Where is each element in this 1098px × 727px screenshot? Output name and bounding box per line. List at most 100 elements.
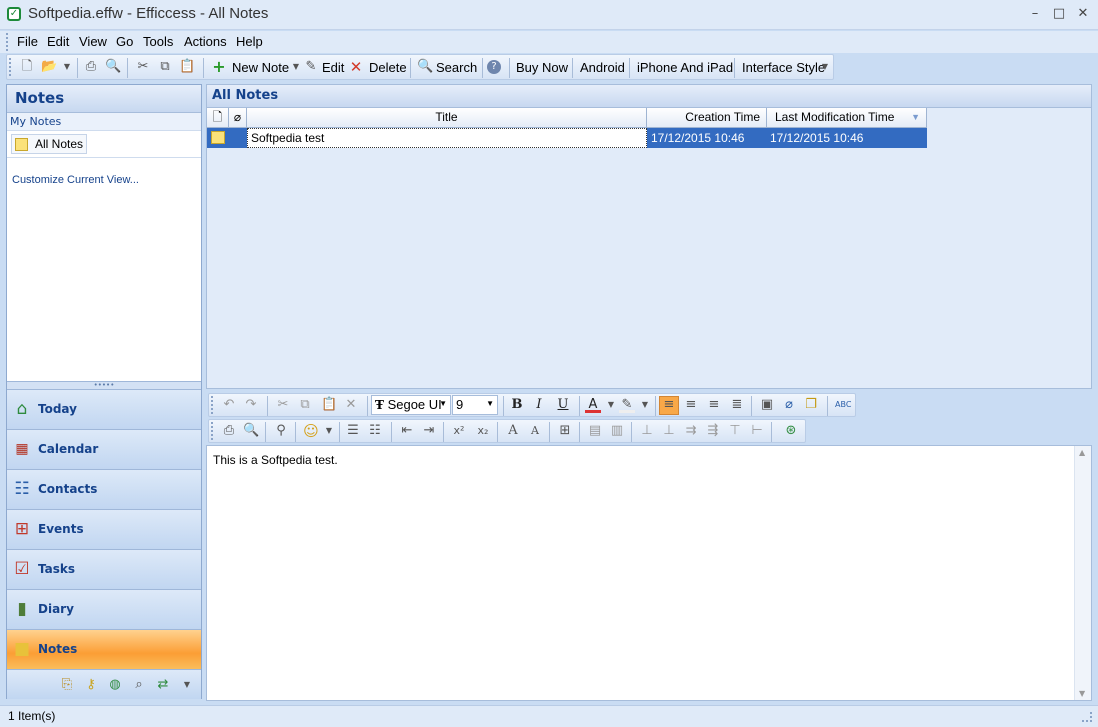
table-cols-icon[interactable]: ▥ bbox=[609, 423, 625, 439]
menu-actions[interactable]: Actions bbox=[184, 34, 227, 49]
chevron-down-icon[interactable]: ▼ bbox=[321, 423, 337, 439]
undo-icon[interactable]: ↶ bbox=[221, 397, 237, 413]
resize-grip[interactable] bbox=[1082, 712, 1092, 722]
table-rows-icon[interactable]: ▤ bbox=[587, 423, 603, 439]
insert-image-icon[interactable]: ▣ bbox=[759, 397, 775, 413]
print-icon[interactable]: ⎙ bbox=[221, 423, 237, 439]
doc-column-icon[interactable]: 🗋 bbox=[207, 108, 229, 128]
menu-tools[interactable]: Tools bbox=[143, 34, 173, 49]
menu-help[interactable]: Help bbox=[236, 34, 263, 49]
insert-table-icon[interactable]: ⊞ bbox=[557, 423, 573, 439]
font-family-select[interactable]: Ŧ Segoe UI ▼ bbox=[371, 395, 451, 415]
chevron-down-icon[interactable]: ▼ bbox=[179, 677, 195, 693]
nav-tasks[interactable]: ☑ Tasks bbox=[7, 549, 201, 589]
menu-go[interactable]: Go bbox=[116, 34, 133, 49]
scroll-down-icon[interactable]: ▼ bbox=[1079, 689, 1085, 698]
indent-icon[interactable]: ⇥ bbox=[421, 423, 437, 439]
menu-file[interactable]: File bbox=[17, 34, 38, 49]
italic-button[interactable]: I bbox=[531, 397, 547, 413]
print-icon[interactable]: ⎙ bbox=[83, 59, 99, 75]
column-modified-time[interactable]: Last Modification Time ▼ bbox=[767, 108, 927, 128]
hierarchy-alt-icon[interactable]: ⊥ bbox=[661, 423, 677, 439]
align-center-icon[interactable]: ≡ bbox=[683, 397, 699, 413]
chevron-down-icon[interactable]: ▼ bbox=[59, 59, 75, 75]
maximize-button[interactable]: □ bbox=[1047, 4, 1071, 24]
key-icon[interactable]: ⚷ bbox=[83, 677, 99, 693]
table-row[interactable]: Softpedia test 17/12/2015 10:46 17/12/20… bbox=[207, 128, 927, 148]
edit-button[interactable]: Edit bbox=[322, 60, 344, 75]
open-folder-icon[interactable]: 📂 bbox=[41, 59, 57, 75]
column-creation-time[interactable]: Creation Time bbox=[647, 108, 767, 128]
row-title[interactable]: Softpedia test bbox=[247, 128, 647, 148]
editor-scrollbar[interactable]: ▲ ▼ bbox=[1074, 446, 1091, 700]
note-content[interactable]: This is a Softpedia test. bbox=[207, 446, 1091, 474]
cut-icon[interactable]: ✂ bbox=[135, 59, 151, 75]
grow-font-icon[interactable]: A bbox=[505, 423, 521, 439]
numbered-list-icon[interactable]: ☷ bbox=[367, 423, 383, 439]
minimize-button[interactable]: – bbox=[1023, 4, 1047, 24]
bold-button[interactable]: B bbox=[509, 397, 525, 413]
hierarchy-icon[interactable]: ⊥ bbox=[639, 423, 655, 439]
attachment-column-icon[interactable]: ⌀ bbox=[229, 108, 247, 128]
chevron-down-icon[interactable]: ▼ bbox=[817, 59, 833, 75]
split-icon[interactable]: ⊤ bbox=[727, 423, 743, 439]
nav-contacts[interactable]: ☷ Contacts bbox=[7, 469, 201, 509]
splitter-handle[interactable]: ••••• bbox=[7, 381, 201, 389]
align-left-icon[interactable]: ≡ bbox=[659, 396, 679, 415]
delete-button[interactable]: Delete bbox=[369, 60, 407, 75]
justify-icon[interactable]: ≣ bbox=[729, 397, 745, 413]
edit-icon[interactable]: ✎ bbox=[303, 59, 319, 75]
search-icon[interactable]: 🔍 bbox=[417, 59, 433, 75]
underline-button[interactable]: U bbox=[555, 397, 571, 413]
column-title[interactable]: Title bbox=[247, 108, 647, 128]
nav-diary[interactable]: ▮ Diary bbox=[7, 589, 201, 629]
chevron-down-icon[interactable]: ▼ bbox=[603, 397, 619, 413]
nav-calendar[interactable]: ▦ Calendar bbox=[7, 429, 201, 469]
paste-icon[interactable]: 📋 bbox=[321, 397, 337, 413]
align-right-icon[interactable]: ≡ bbox=[706, 397, 722, 413]
bullet-list-icon[interactable]: ☰ bbox=[345, 423, 361, 439]
add-icon[interactable]: + bbox=[211, 59, 227, 75]
subscript-icon[interactable]: x₂ bbox=[475, 423, 491, 439]
find-icon[interactable]: ⚲ bbox=[273, 423, 289, 439]
note-editor[interactable]: This is a Softpedia test. ▲ ▼ bbox=[206, 445, 1092, 701]
shrink-font-icon[interactable]: A bbox=[527, 423, 543, 439]
emoticon-icon[interactable]: ☺ bbox=[303, 423, 319, 439]
help-icon[interactable]: ? bbox=[487, 60, 501, 74]
redo-icon[interactable]: ↷ bbox=[243, 397, 259, 413]
iphone-button[interactable]: iPhone And iPad bbox=[637, 60, 733, 75]
new-note-button[interactable]: New Note bbox=[232, 60, 289, 75]
print-preview-icon[interactable]: 🔍 bbox=[243, 423, 259, 439]
clipboard-icon[interactable]: ⎘ bbox=[59, 677, 75, 693]
print-preview-icon[interactable]: 🔍 bbox=[105, 59, 121, 75]
outdent-icon[interactable]: ⇤ bbox=[399, 423, 415, 439]
android-button[interactable]: Android bbox=[580, 60, 625, 75]
link-icon[interactable]: ⊛ bbox=[783, 423, 799, 439]
font-color-icon[interactable]: A bbox=[585, 397, 601, 413]
nav-events[interactable]: ⊞ Events bbox=[7, 509, 201, 549]
flow-right-icon[interactable]: ⇉ bbox=[683, 423, 699, 439]
paste-icon[interactable]: 📋 bbox=[179, 59, 195, 75]
customize-view-link[interactable]: Customize Current View... bbox=[7, 158, 201, 202]
nav-today[interactable]: ⌂ Today bbox=[7, 389, 201, 429]
menu-edit[interactable]: Edit bbox=[47, 34, 69, 49]
search-icon[interactable]: ⌕ bbox=[131, 677, 147, 693]
attachment-icon[interactable]: ⌀ bbox=[781, 397, 797, 413]
clear-icon[interactable]: ✕ bbox=[343, 397, 359, 413]
copy-icon[interactable]: ⧉ bbox=[297, 397, 313, 413]
menu-view[interactable]: View bbox=[79, 34, 107, 49]
delete-icon[interactable]: ✕ bbox=[348, 59, 364, 75]
font-size-select[interactable]: 9 ▼ bbox=[452, 395, 498, 415]
folder-item-all-notes[interactable]: All Notes bbox=[7, 131, 201, 157]
buy-now-button[interactable]: Buy Now bbox=[516, 60, 568, 75]
copy-icon[interactable]: ⧉ bbox=[157, 59, 173, 75]
globe-icon[interactable]: ◍ bbox=[107, 677, 123, 693]
new-file-icon[interactable]: 🗋 bbox=[19, 59, 35, 75]
insert-object-icon[interactable]: ❐ bbox=[803, 397, 819, 413]
interface-style-button[interactable]: Interface Style bbox=[742, 60, 825, 75]
sync-icon[interactable]: ⇄ bbox=[155, 677, 171, 693]
flow-merge-icon[interactable]: ⇶ bbox=[705, 423, 721, 439]
scroll-up-icon[interactable]: ▲ bbox=[1079, 448, 1085, 457]
close-button[interactable]: ✕ bbox=[1071, 4, 1095, 24]
arrange-icon[interactable]: ⊢ bbox=[749, 423, 765, 439]
